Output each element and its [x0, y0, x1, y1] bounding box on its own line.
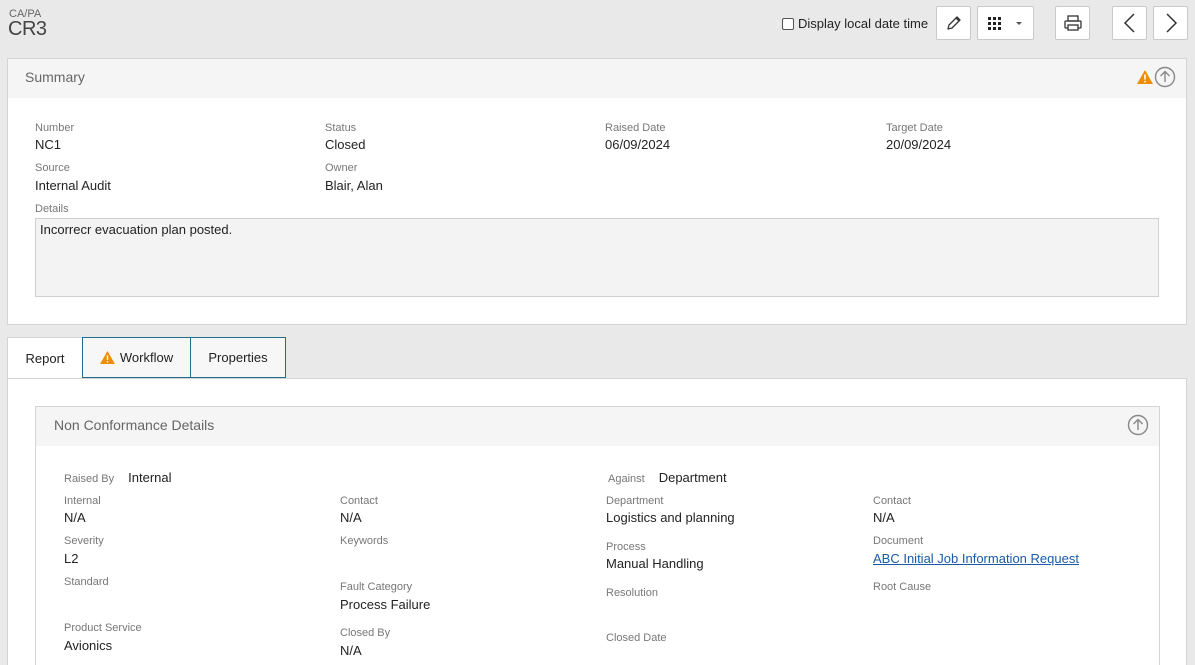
tab-workflow[interactable]: Workflow — [82, 337, 191, 378]
tab-bar: Report Workflow Properties — [0, 337, 1195, 379]
department-contact-label: Contact — [873, 495, 911, 507]
warning-icon — [1137, 70, 1153, 84]
chevron-left-icon — [1123, 13, 1135, 33]
department-contact-value: N/A — [873, 510, 895, 525]
number-value: NC1 — [35, 137, 62, 152]
display-local-date-toggle[interactable]: Display local date time — [782, 16, 928, 31]
collapse-up-icon[interactable] — [1127, 414, 1149, 436]
non-conformance-section: Non Conformance Details Raised By Intern… — [35, 406, 1160, 665]
next-record-button[interactable] — [1153, 6, 1188, 40]
edit-button[interactable] — [936, 6, 971, 40]
details-label: Details — [35, 203, 69, 215]
root-cause-label: Root Cause — [873, 581, 932, 593]
status-value: Closed — [325, 137, 366, 152]
local-date-label: Display local date time — [798, 16, 929, 31]
caret-down-icon — [1015, 22, 1022, 25]
closed-date-label: Closed Date — [606, 632, 667, 644]
closed-by-label: Closed By — [340, 627, 391, 639]
pencil-icon — [946, 16, 961, 30]
keywords-label: Keywords — [340, 535, 389, 547]
apps-menu-button[interactable] — [977, 6, 1034, 40]
previous-record-button[interactable] — [1112, 6, 1147, 40]
fault-category-label: Fault Category — [340, 581, 413, 593]
summary-panel: Summary Number NC1 Status Closed Raised … — [7, 58, 1187, 325]
owner-label: Owner — [325, 162, 358, 174]
department-label: Department — [606, 495, 664, 507]
chevron-right-icon — [1165, 13, 1177, 33]
raised-date-value: 06/09/2024 — [605, 137, 671, 152]
target-date-label: Target Date — [886, 122, 943, 134]
against-row: Against Department — [608, 470, 727, 485]
raised-date-label: Raised Date — [605, 122, 666, 134]
internal-label: Internal — [64, 495, 101, 507]
number-label: Number — [35, 122, 75, 134]
document-label: Document — [873, 535, 924, 547]
standard-label: Standard — [64, 576, 109, 588]
internal-value: N/A — [64, 510, 86, 525]
tab-properties[interactable]: Properties — [190, 337, 286, 378]
contact-value: N/A — [340, 510, 362, 525]
grid-icon — [987, 17, 1001, 30]
owner-value: Blair, Alan — [325, 178, 383, 193]
printer-icon — [1063, 15, 1082, 31]
tab-report-label: Report — [25, 351, 65, 366]
contact-label: Contact — [340, 495, 378, 507]
product-service-label: Product Service — [64, 622, 142, 634]
department-value: Logistics and planning — [606, 510, 735, 525]
raised-by-value: Internal — [128, 470, 172, 485]
against-label: Against — [608, 473, 645, 485]
local-date-checkbox[interactable] — [782, 17, 794, 30]
resolution-label: Resolution — [606, 587, 658, 599]
source-label: Source — [35, 162, 70, 174]
closed-by-value: N/A — [340, 643, 362, 658]
summary-title: Summary — [25, 69, 85, 85]
raised-by-row: Raised By Internal — [64, 470, 172, 485]
tab-workflow-label: Workflow — [119, 350, 174, 365]
against-value: Department — [658, 470, 727, 485]
print-button[interactable] — [1055, 6, 1090, 40]
fault-category-value: Process Failure — [340, 597, 431, 612]
collapse-up-icon[interactable] — [1154, 66, 1176, 88]
nc-title: Non Conformance Details — [54, 417, 215, 433]
target-date-value: 20/09/2024 — [886, 137, 952, 152]
tab-report[interactable]: Report — [7, 337, 83, 379]
status-label: Status — [325, 122, 357, 134]
source-value: Internal Audit — [35, 178, 111, 193]
process-label: Process — [606, 541, 646, 553]
details-textarea[interactable]: Incorrecr evacuation plan posted. — [35, 218, 1159, 297]
report-panel: Non Conformance Details Raised By Intern… — [7, 378, 1187, 665]
product-service-value: Avionics — [64, 638, 113, 653]
record-title: CR3 — [8, 18, 47, 40]
severity-label: Severity — [64, 535, 104, 547]
nc-header: Non Conformance Details — [36, 407, 1159, 446]
tab-properties-label: Properties — [208, 350, 268, 365]
process-value: Manual Handling — [606, 556, 704, 571]
raised-by-label: Raised By — [64, 473, 115, 485]
severity-value: L2 — [64, 551, 79, 566]
warning-icon — [99, 351, 115, 364]
document-link[interactable]: ABC Initial Job Information Request — [873, 551, 1079, 566]
summary-header: Summary — [8, 59, 1186, 98]
